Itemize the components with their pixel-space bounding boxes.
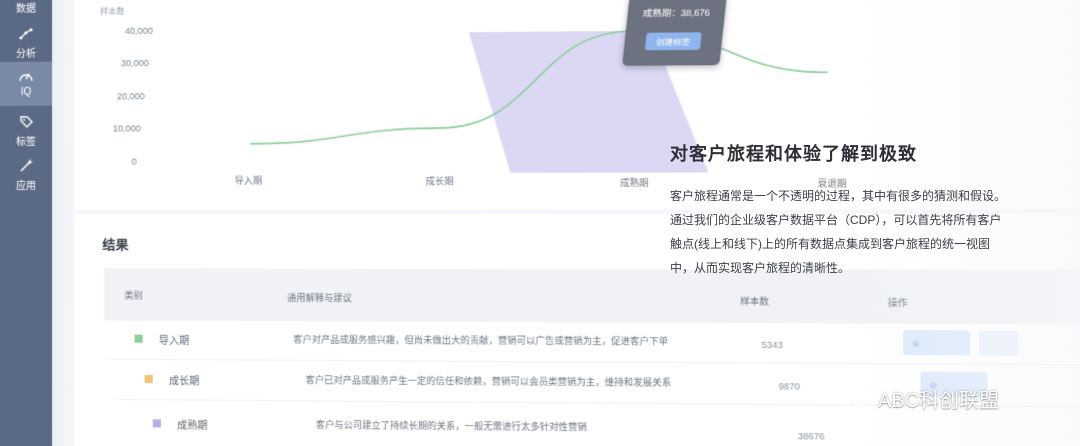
x-category-label: 成熟期 <box>620 177 648 188</box>
results-title: 结果 <box>102 237 129 253</box>
watermark-text: ABC科创联盟 <box>878 390 1000 412</box>
chart-tooltip: 成熟期：38,676 创建标签 <box>622 0 727 66</box>
category-name: 导入期 <box>158 335 190 348</box>
col-header-category: 类别 <box>124 290 143 301</box>
create-tag-button[interactable]: 创建标签 <box>644 32 702 51</box>
category-swatch <box>144 374 153 384</box>
overlay-title: 对客户旅程和体验了解到极致 <box>670 144 917 164</box>
overlay-line: 触点(线上和线下)上的所有数据点集成到客户旅程的统一视图 <box>670 237 990 251</box>
y-tick-label: 30,000 <box>121 58 149 68</box>
category-name: 成长期 <box>169 376 200 388</box>
y-tick-label: 40,000 <box>125 26 153 36</box>
y-tick-label: 20,000 <box>117 91 145 101</box>
x-category-label: 成长期 <box>426 176 454 187</box>
marketing-overlay: 对客户旅程和体验了解到极致 客户旅程通常是一个不透明的过程，其中有很多的猜测和假… <box>670 140 1070 280</box>
category-count: 5343 <box>761 339 783 351</box>
y-tick-label: 0 <box>132 157 137 167</box>
category-count: 38676 <box>797 431 825 442</box>
category-description: 客户已对产品或服务产生一定的信任和依赖，营销可以会员类营销为主，维持和发展关系 <box>305 375 672 388</box>
category-swatch <box>152 419 161 428</box>
category-description: 客户与公司建立了持续长期的关系，一般无需进行太多针对性营销 <box>315 419 587 433</box>
category-name: 成熟期 <box>177 420 208 432</box>
category-description: 客户对产品或服务感兴趣，但尚未做出大的贡献，营销可以广告或营销为主，促进客户下单 <box>293 334 669 347</box>
overlay-line: 客户旅程通常是一个不透明的过程，其中有很多的猜测和假设。 <box>670 189 1007 203</box>
col-header-description: 通用解释与建议 <box>287 292 352 304</box>
tooltip-text: 成熟期：38,676 <box>642 7 711 19</box>
overlay-line: 通过我们的企业级客户数据平台（CDP），可以首先将所有客户 <box>670 213 1002 227</box>
overlay-line: 中，从而实现客户旅程的清晰性。 <box>670 261 851 275</box>
x-category-label: 导入期 <box>235 175 263 185</box>
y-tick-label: 10,000 <box>113 124 141 134</box>
category-swatch <box>134 334 143 343</box>
col-header-count: 样本数 <box>740 296 769 307</box>
wechat-icon <box>846 392 871 411</box>
watermark: ABC科创联盟 <box>846 384 999 413</box>
category-count: 9870 <box>778 381 800 392</box>
page: 数据 分析 IQ 标签 应用 样本数 40,000 30,000 20,000 … <box>0 0 1080 446</box>
